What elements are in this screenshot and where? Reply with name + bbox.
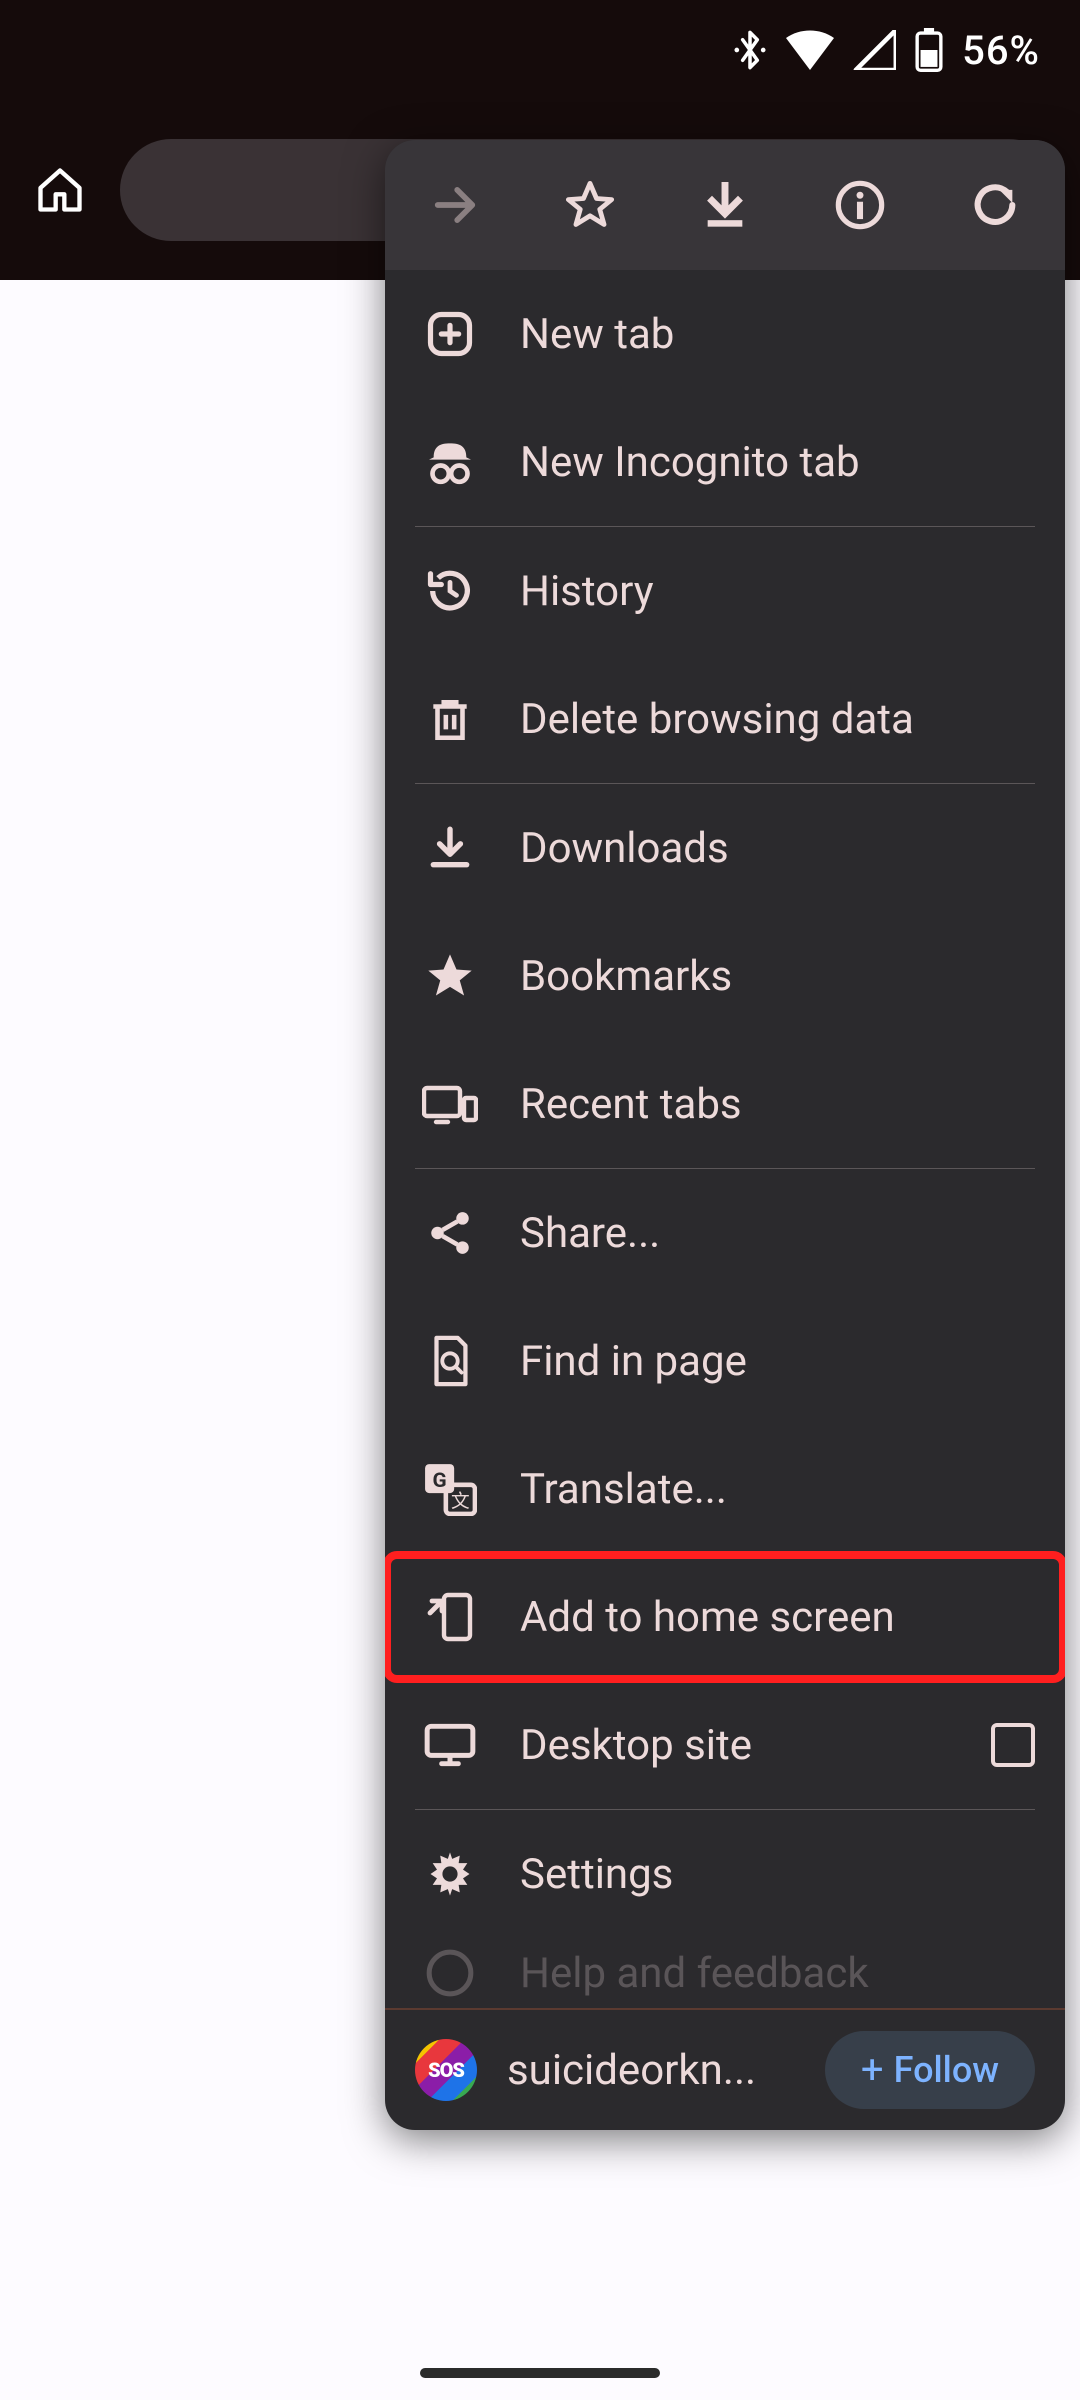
gear-icon <box>415 1839 485 1909</box>
bookmark-button[interactable] <box>560 175 620 235</box>
incognito-icon <box>415 427 485 497</box>
menu-item-label: Find in page <box>520 1337 1035 1386</box>
translate-icon: G文 <box>415 1454 485 1524</box>
menu-item-label: Bookmarks <box>520 952 1035 1001</box>
menu-delete-browsing-data[interactable]: Delete browsing data <box>385 655 1065 783</box>
find-in-page-icon <box>415 1326 485 1396</box>
menu-share[interactable]: Share... <box>385 1169 1065 1297</box>
menu-item-label: New tab <box>520 310 1035 359</box>
battery-icon <box>914 28 944 72</box>
menu-help-feedback[interactable]: Help and feedback <box>385 1938 1065 2008</box>
cell-signal-icon <box>852 30 896 70</box>
menu-history[interactable]: History <box>385 527 1065 655</box>
downloads-icon <box>415 813 485 883</box>
menu-bookmarks[interactable]: Bookmarks <box>385 912 1065 1040</box>
history-icon <box>415 556 485 626</box>
menu-item-label: Desktop site <box>520 1721 981 1770</box>
trash-icon <box>415 684 485 754</box>
home-button[interactable] <box>20 150 100 230</box>
recent-tabs-icon <box>415 1069 485 1139</box>
page-info-button[interactable] <box>830 175 890 235</box>
battery-percent: 56% <box>962 27 1040 74</box>
follow-button[interactable]: + Follow <box>825 2031 1035 2109</box>
menu-footer: SOS suicideorkn... + Follow <box>385 2010 1065 2130</box>
new-tab-icon <box>415 299 485 369</box>
menu-list: New tab New Incognito tab History De <box>385 270 1065 2008</box>
menu-translate[interactable]: G文 Translate... <box>385 1425 1065 1553</box>
star-filled-icon <box>415 941 485 1011</box>
menu-top-actions <box>385 140 1065 270</box>
menu-item-label: Recent tabs <box>520 1080 1035 1129</box>
download-button[interactable] <box>695 175 755 235</box>
follow-label: Follow <box>894 2049 999 2091</box>
menu-item-label: History <box>520 567 1035 616</box>
menu-settings[interactable]: Settings <box>385 1810 1065 1938</box>
wifi-icon <box>786 30 834 70</box>
menu-add-to-home-screen[interactable]: Add to home screen <box>385 1553 1065 1681</box>
menu-item-label: Help and feedback <box>520 1949 869 1998</box>
menu-item-label: Settings <box>520 1850 1035 1899</box>
menu-downloads[interactable]: Downloads <box>385 784 1065 912</box>
menu-new-tab[interactable]: New tab <box>385 270 1065 398</box>
svg-text:G: G <box>433 1469 447 1493</box>
menu-find-in-page[interactable]: Find in page <box>385 1297 1065 1425</box>
help-icon <box>415 1938 485 2008</box>
plus-icon: + <box>861 2050 884 2090</box>
add-to-home-icon <box>415 1582 485 1652</box>
desktop-site-checkbox[interactable] <box>991 1723 1035 1767</box>
menu-incognito[interactable]: New Incognito tab <box>385 398 1065 526</box>
share-icon <box>415 1198 485 1268</box>
menu-recent-tabs[interactable]: Recent tabs <box>385 1040 1065 1168</box>
menu-item-label: Downloads <box>520 824 1035 873</box>
menu-desktop-site[interactable]: Desktop site <box>385 1681 1065 1809</box>
site-title: suicideorkn... <box>507 2046 795 2095</box>
menu-item-label: Translate... <box>520 1465 1035 1514</box>
menu-item-label: Share... <box>520 1209 1035 1258</box>
forward-button[interactable] <box>425 175 485 235</box>
menu-item-label: New Incognito tab <box>520 438 1035 487</box>
status-bar: 56% <box>0 0 1080 100</box>
overflow-menu: New tab New Incognito tab History De <box>385 140 1065 2130</box>
menu-item-label: Delete browsing data <box>520 695 1035 744</box>
menu-item-label: Add to home screen <box>520 1593 1035 1642</box>
reload-button[interactable] <box>965 175 1025 235</box>
site-favicon: SOS <box>415 2039 477 2101</box>
gesture-nav-pill <box>420 2368 660 2378</box>
svg-text:文: 文 <box>451 1491 470 1513</box>
bluetooth-icon <box>732 28 768 72</box>
desktop-icon <box>415 1710 485 1780</box>
